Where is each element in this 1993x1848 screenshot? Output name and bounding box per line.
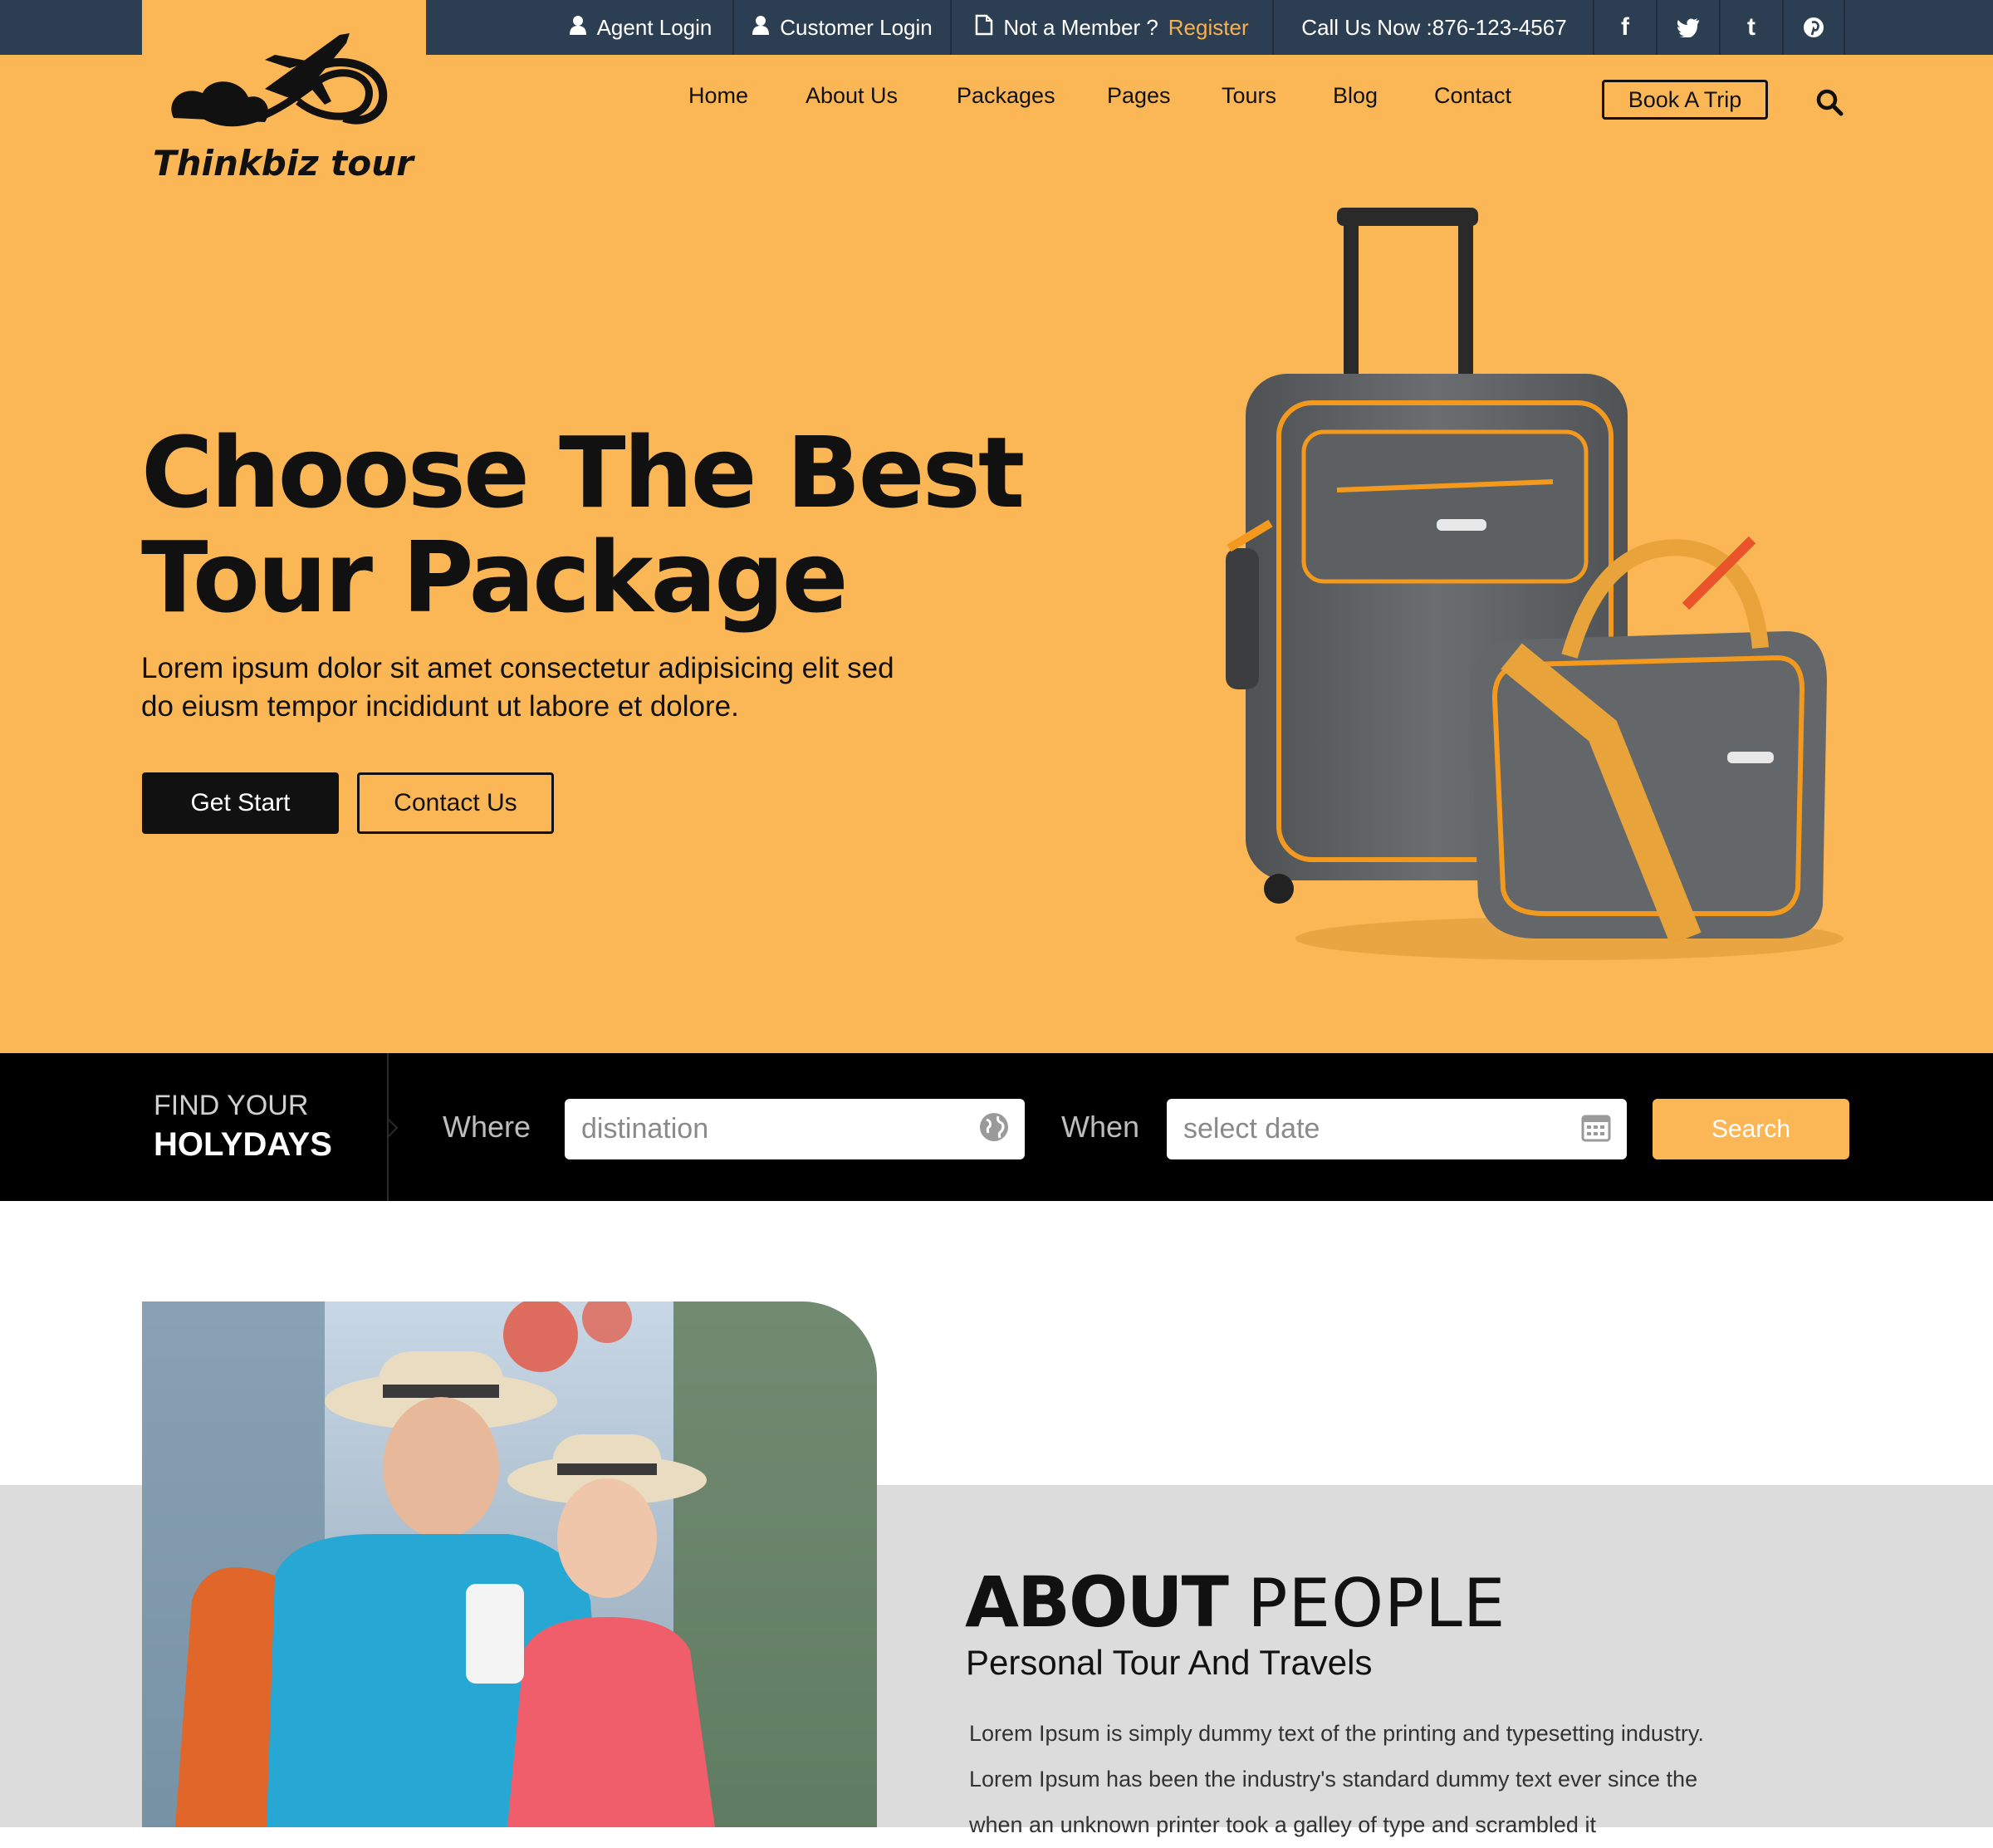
nav-about[interactable]: About Us — [806, 83, 898, 109]
nav-packages[interactable]: Packages — [957, 83, 1055, 109]
twitter-icon[interactable] — [1656, 0, 1719, 55]
destination-input[interactable] — [580, 1112, 948, 1146]
hero-title-line2: Tour Package — [141, 520, 849, 635]
logo-mark-icon — [171, 33, 388, 127]
not-member-text: Not a Member ? — [1003, 14, 1158, 40]
agent-login-link[interactable]: Agent Login — [548, 0, 732, 55]
contact-us-button[interactable]: Contact Us — [357, 772, 554, 834]
pinterest-icon[interactable] — [1782, 0, 1845, 55]
search-button[interactable]: Search — [1653, 1099, 1849, 1159]
hero-subtitle-line2: do eiusm tempor incididunt ut labore et … — [141, 690, 739, 723]
nav-contact[interactable]: Contact — [1434, 83, 1511, 109]
hero-subtitle: Lorem ipsum dolor sit amet consectetur a… — [141, 649, 972, 726]
about-title-light: PEOPLE — [1247, 1565, 1506, 1642]
about-text: Lorem Ipsum is simply dummy text of the … — [969, 1721, 1704, 1837]
call-us-text: Call Us Now :876-123-4567 — [1272, 0, 1594, 55]
date-input[interactable] — [1182, 1112, 1550, 1146]
when-label: When — [1061, 1110, 1140, 1144]
hero-title-line1: Choose The Best — [141, 415, 1025, 530]
hero-subtitle-line1: Lorem ipsum dolor sit amet consectetur a… — [141, 652, 894, 684]
register-link[interactable]: Not a Member ? Register — [950, 0, 1272, 55]
search-icon[interactable] — [1815, 88, 1844, 120]
customer-login-link[interactable]: Customer Login — [732, 0, 950, 55]
nav-blog[interactable]: Blog — [1333, 83, 1378, 109]
nav-home[interactable]: Home — [688, 83, 748, 109]
globe-icon — [978, 1111, 1010, 1147]
about-title: ABOUT PEOPLE — [965, 1561, 1506, 1643]
date-field[interactable] — [1167, 1099, 1627, 1159]
register-label[interactable]: Register — [1168, 15, 1249, 41]
customer-login-label: Customer Login — [780, 14, 933, 40]
holydays-label: HOLYDAYS — [154, 1126, 332, 1163]
facebook-icon[interactable]: f — [1593, 0, 1656, 55]
nav-pages[interactable]: Pages — [1107, 83, 1171, 109]
about-title-bold: ABOUT — [965, 1561, 1229, 1643]
get-start-button[interactable]: Get Start — [142, 772, 339, 834]
logo[interactable]: Thinkbiz tour — [142, 0, 426, 199]
where-label: Where — [443, 1110, 531, 1144]
luggage-image — [1226, 208, 1844, 960]
user-icon — [752, 15, 770, 41]
brand-name: Thinkbiz tour — [153, 143, 414, 184]
tumblr-icon[interactable]: t — [1719, 0, 1782, 55]
about-photo — [142, 1301, 877, 1827]
book-a-trip-button[interactable]: Book A Trip — [1602, 80, 1768, 120]
divider-arrow-icon — [387, 1118, 399, 1138]
hero-title: Choose The Best Tour Package — [141, 420, 1055, 630]
document-icon — [975, 14, 993, 42]
calendar-icon — [1580, 1111, 1612, 1147]
call-us-label: Call Us Now :876-123-4567 — [1301, 14, 1567, 40]
find-your-label: FIND YOUR — [154, 1090, 309, 1121]
nav-tours[interactable]: Tours — [1222, 83, 1276, 109]
user-icon — [569, 15, 587, 41]
destination-field[interactable] — [565, 1099, 1025, 1159]
about-subtitle: Personal Tour And Travels — [966, 1643, 1373, 1682]
agent-login-label: Agent Login — [596, 14, 712, 40]
